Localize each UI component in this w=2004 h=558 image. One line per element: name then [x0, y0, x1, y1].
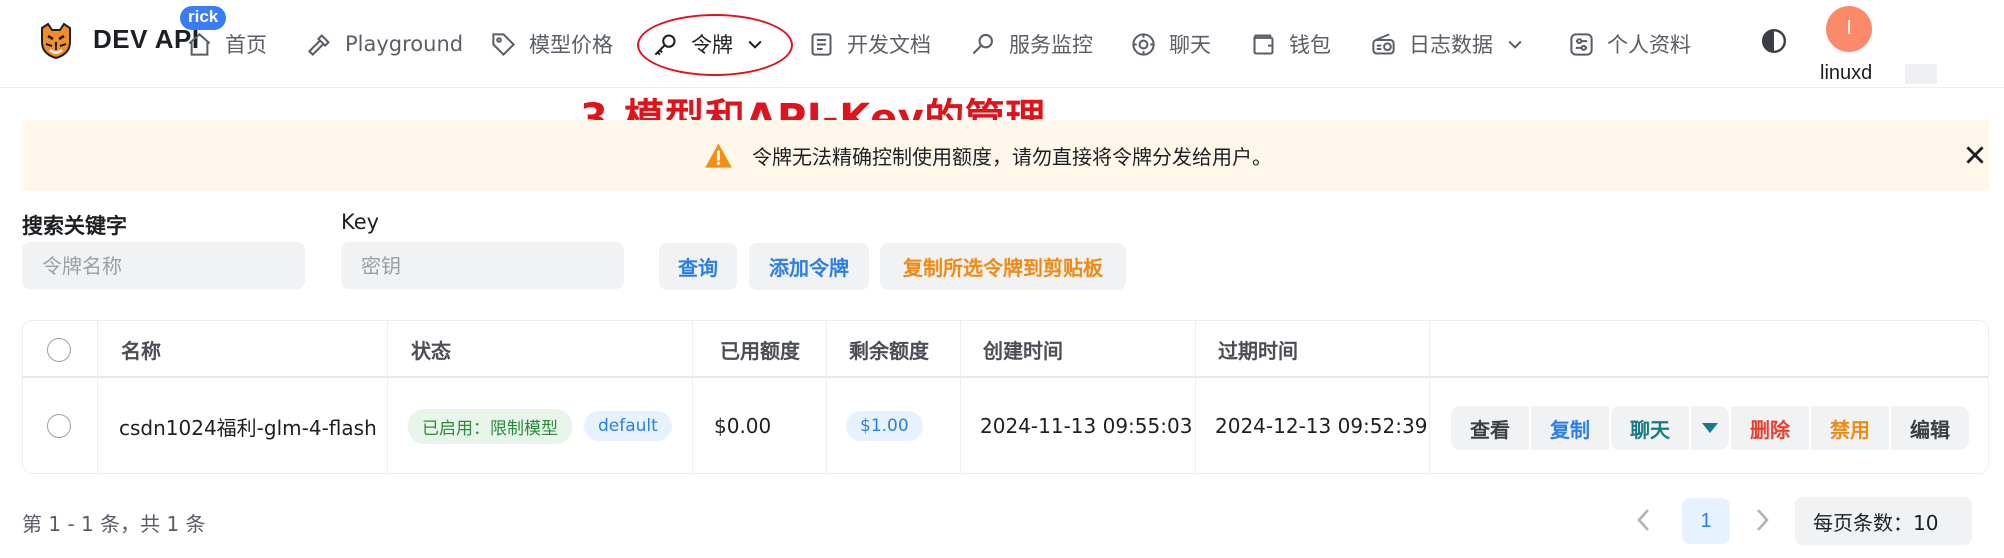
- nav-label: 模型价格: [529, 33, 613, 57]
- monitor-search-icon: [972, 33, 993, 54]
- tiger-logo-icon[interactable]: [36, 20, 76, 60]
- caret-down-icon: [1702, 423, 1718, 433]
- settings-icon: [1570, 32, 1593, 56]
- nav-label: 聊天: [1169, 33, 1211, 57]
- radio-icon: [1372, 32, 1395, 55]
- column-divider: [826, 321, 827, 473]
- page-size-select[interactable]: 每页条数：10: [1795, 497, 1972, 545]
- avatar[interactable]: l: [1826, 6, 1872, 52]
- copy-button[interactable]: 复制: [1531, 406, 1609, 450]
- status-badge: 已启用：限制模型: [408, 408, 572, 444]
- chevron-down-icon: [1508, 40, 1522, 49]
- chat-dropdown-button[interactable]: [1691, 406, 1729, 450]
- hammer-icon: [307, 33, 330, 56]
- nav-item-wallet[interactable]: 钱包: [1250, 26, 1331, 62]
- warning-banner: 令牌无法精确控制使用额度，请勿直接将令牌分发给用户。: [22, 120, 1989, 191]
- nav-item-monitor[interactable]: 服务监控: [970, 26, 1093, 62]
- header-used[interactable]: 已用额度: [720, 321, 800, 378]
- keyword-input[interactable]: [22, 242, 305, 289]
- used-quota: $0.00: [714, 414, 772, 438]
- header-expires[interactable]: 过期时间: [1218, 321, 1298, 378]
- pagination-summary: 第 1 - 1 条，共 1 条: [22, 512, 206, 536]
- token-table: 名称 状态 已用额度 剩余额度 创建时间 过期时间 csdn1024福利-glm…: [22, 320, 1989, 474]
- nav-label: Playground: [345, 32, 464, 56]
- remaining-quota: $1.00: [846, 411, 923, 441]
- edit-button[interactable]: 编辑: [1891, 406, 1969, 450]
- disable-button[interactable]: 禁用: [1811, 406, 1889, 450]
- chevron-down-icon: [748, 40, 762, 49]
- group-badge: default: [584, 411, 672, 441]
- nav-label: 日志数据: [1409, 33, 1493, 57]
- header-status[interactable]: 状态: [411, 321, 451, 378]
- column-divider: [387, 321, 388, 473]
- page-number-current[interactable]: 1: [1682, 498, 1730, 544]
- nav-label: 钱包: [1289, 33, 1331, 57]
- remaining-cell: $1.00: [846, 378, 923, 473]
- keyword-label: 搜索关键字: [22, 214, 127, 238]
- username[interactable]: linuxd: [1820, 62, 1872, 85]
- nav-item-docs[interactable]: 开发文档: [808, 26, 931, 62]
- username-redaction: [1905, 64, 1937, 84]
- nav-item-chat[interactable]: 聊天: [1130, 26, 1211, 62]
- nav-label: 个人资料: [1607, 33, 1691, 57]
- top-nav: DEV API rick 首页 Playground 模型价格 令牌 开发文档 …: [0, 0, 2004, 88]
- wallet-icon: [1252, 33, 1274, 55]
- key-label: Key: [341, 210, 380, 234]
- chat-button[interactable]: 聊天: [1611, 406, 1689, 450]
- nav-label: 令牌: [691, 33, 733, 57]
- add-token-button[interactable]: 添加令牌: [749, 243, 869, 290]
- key-icon: [654, 33, 676, 55]
- copy-selected-button[interactable]: 复制所选令牌到剪贴板: [880, 243, 1126, 290]
- token-name: csdn1024福利-glm-4-flash: [119, 415, 377, 440]
- expires-time: 2024-12-13 09:52:39: [1215, 414, 1428, 438]
- nav-item-tokens[interactable]: 令牌: [652, 26, 765, 62]
- prev-page-icon[interactable]: [1632, 506, 1656, 534]
- column-divider: [1195, 321, 1196, 473]
- select-all-checkbox[interactable]: [47, 338, 71, 362]
- column-divider: [692, 321, 693, 473]
- row-checkbox[interactable]: [47, 414, 71, 438]
- key-input[interactable]: [341, 242, 624, 289]
- created-time: 2024-11-13 09:55:03: [980, 414, 1193, 438]
- chat-bot-icon: [1132, 32, 1155, 56]
- header-name[interactable]: 名称: [121, 321, 161, 378]
- banner-text: 令牌无法精确控制使用额度，请勿直接将令牌分发给用户。: [752, 145, 1272, 169]
- close-icon[interactable]: [1962, 142, 1988, 168]
- status-cell: 已启用：限制模型 default: [408, 378, 672, 473]
- warning-icon: [705, 143, 732, 168]
- next-page-icon[interactable]: [1750, 506, 1774, 534]
- nav-label: 开发文档: [847, 33, 931, 57]
- theme-toggle-icon[interactable]: [1761, 28, 1787, 54]
- column-divider: [97, 321, 98, 473]
- column-divider: [1429, 321, 1430, 473]
- header-remaining[interactable]: 剩余额度: [849, 321, 929, 378]
- nav-item-playground[interactable]: Playground: [306, 26, 463, 62]
- nav-label: 首页: [225, 33, 267, 57]
- header-created[interactable]: 创建时间: [983, 321, 1063, 378]
- brand-name[interactable]: DEV API: [93, 24, 200, 55]
- price-tag-icon: [492, 32, 516, 56]
- nav-item-home[interactable]: 首页: [186, 26, 267, 62]
- view-button[interactable]: 查看: [1451, 406, 1529, 450]
- nav-item-profile[interactable]: 个人资料: [1568, 26, 1691, 62]
- nav-item-pricing[interactable]: 模型价格: [490, 26, 613, 62]
- nav-label: 服务监控: [1009, 33, 1093, 57]
- column-divider: [960, 321, 961, 473]
- nav-item-logs[interactable]: 日志数据: [1370, 26, 1525, 62]
- delete-button[interactable]: 删除: [1731, 406, 1809, 450]
- document-icon: [811, 32, 832, 56]
- query-button[interactable]: 查询: [659, 243, 737, 290]
- home-icon: [188, 32, 211, 56]
